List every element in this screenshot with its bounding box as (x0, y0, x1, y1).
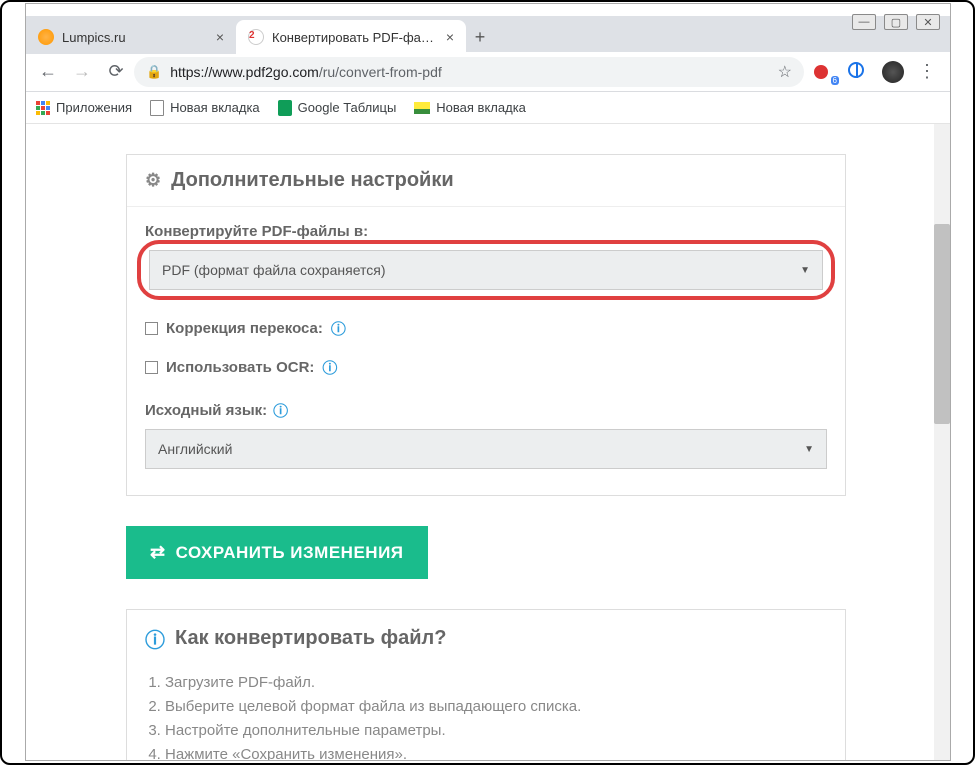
save-button-label: СОХРАНИТЬ ИЗМЕНЕНИЯ (176, 543, 404, 563)
tab-title: Конвертировать PDF-файл — К (272, 30, 438, 45)
howto-step: Настройте дополнительные параметры. (165, 719, 827, 743)
sheets-icon (278, 100, 292, 116)
howto-title: Как конвертировать файл? (175, 627, 446, 650)
info-icon[interactable]: ⓘ (331, 318, 346, 339)
bookmark-newtab-2[interactable]: Новая вкладка (414, 100, 526, 115)
save-changes-button[interactable]: ⇄ СОХРАНИТЬ ИЗМЕНЕНИЯ (126, 526, 428, 579)
lumpics-favicon-icon (38, 29, 54, 45)
source-language-label: Исходный язык: (145, 402, 267, 419)
address-bar[interactable]: 🔒 https://www.pdf2go.com/ru/convert-from… (134, 57, 804, 87)
tab-lumpics[interactable]: Lumpics.ru × (26, 20, 236, 54)
deskew-checkbox[interactable] (145, 322, 158, 335)
scrollbar-track[interactable] (934, 124, 950, 760)
format-select[interactable]: PDF (формат файла сохраняется) ▼ (149, 250, 823, 290)
info-icon[interactable]: ⓘ (273, 400, 288, 421)
howto-step: Нажмите «Сохранить изменения». (165, 743, 827, 760)
pdf2go-favicon-icon: 2 (248, 29, 264, 45)
scrollbar-thumb[interactable] (934, 224, 950, 424)
window-close-button[interactable]: ✕ (916, 14, 940, 30)
forward-button[interactable]: → (66, 56, 98, 88)
info-icon: ⓘ (145, 624, 165, 653)
profile-avatar[interactable] (882, 61, 904, 83)
extension-opera-icon[interactable]: 6 (814, 62, 834, 82)
language-select[interactable]: Английский ▼ (145, 429, 827, 469)
ocr-checkbox[interactable] (145, 361, 158, 374)
bookmark-star-icon[interactable]: ☆ (778, 62, 792, 82)
panel-header: ⚙ Дополнительные настройки (127, 155, 845, 207)
page-icon (150, 100, 164, 116)
tab-title: Lumpics.ru (62, 30, 208, 45)
new-tab-button[interactable]: + (466, 23, 494, 51)
howto-step: Загрузите PDF-файл. (165, 671, 827, 695)
swap-arrows-icon: ⇄ (150, 542, 166, 563)
chevron-down-icon: ▼ (800, 265, 810, 276)
format-select-value: PDF (формат файла сохраняется) (162, 262, 386, 278)
picture-icon (414, 102, 430, 114)
panel-title: Дополнительные настройки (171, 169, 454, 192)
close-icon[interactable]: × (446, 29, 454, 45)
tab-strip: Lumpics.ru × 2 Конвертировать PDF-файл —… (26, 16, 950, 52)
bookmark-google-sheets[interactable]: Google Таблицы (278, 100, 397, 116)
close-icon[interactable]: × (216, 29, 224, 45)
lock-icon: 🔒 (146, 64, 162, 80)
window-minimize-button[interactable]: — (852, 14, 876, 30)
convert-to-label: Конвертируйте PDF-файлы в: (145, 223, 827, 240)
back-button[interactable]: ← (32, 56, 64, 88)
extension-globe-icon[interactable] (848, 62, 868, 82)
extension-badge: 6 (831, 76, 839, 85)
reload-button[interactable]: ⟳ (100, 56, 132, 88)
deskew-label: Коррекция перекоса: (166, 320, 323, 337)
language-select-value: Английский (158, 441, 232, 457)
tab-pdf2go[interactable]: 2 Конвертировать PDF-файл — К × (236, 20, 466, 54)
window-maximize-button[interactable]: ▢ (884, 14, 908, 30)
url-text: https://www.pdf2go.com/ru/convert-from-p… (170, 64, 442, 80)
howto-steps-list: Загрузите PDF-файл. Выберите целевой фор… (127, 667, 845, 760)
chevron-down-icon: ▼ (804, 444, 814, 455)
bookmark-newtab-1[interactable]: Новая вкладка (150, 100, 260, 116)
ocr-label: Использовать OCR: (166, 359, 314, 376)
advanced-settings-panel: ⚙ Дополнительные настройки Конвертируйте… (126, 154, 846, 496)
format-select-highlight: PDF (формат файла сохраняется) ▼ (137, 240, 835, 300)
browser-menu-button[interactable]: ⋮ (918, 61, 936, 82)
gears-icon: ⚙ (145, 170, 161, 191)
howto-step: Выберите целевой формат файла из выпадаю… (165, 695, 827, 719)
panel-header: ⓘ Как конвертировать файл? (127, 610, 845, 667)
bookmark-apps[interactable]: Приложения (36, 100, 132, 115)
bookmarks-bar: Приложения Новая вкладка Google Таблицы … (26, 92, 950, 124)
apps-grid-icon (36, 101, 50, 115)
info-icon[interactable]: ⓘ (322, 357, 337, 378)
how-to-panel: ⓘ Как конвертировать файл? Загрузите PDF… (126, 609, 846, 760)
